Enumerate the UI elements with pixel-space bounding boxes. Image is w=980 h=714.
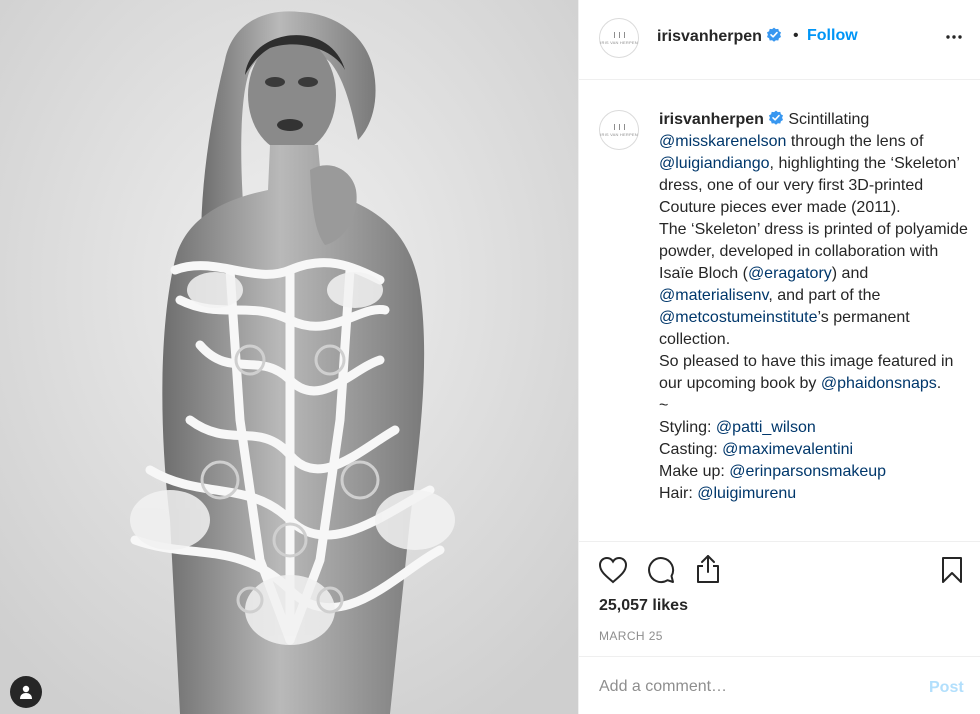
header-separator: • (793, 27, 799, 44)
user-tag-button[interactable] (10, 676, 42, 708)
caption-text-segment: , and part of the (768, 287, 885, 304)
follow-button[interactable]: Follow (807, 27, 858, 45)
caption-avatar[interactable]: IRIS VAN HERPEN (599, 110, 639, 150)
caption-mention-link[interactable]: @patti_wilson (716, 419, 816, 436)
logo-bars (613, 31, 625, 38)
avatar-logo-text: IRIS VAN HERPEN (600, 131, 638, 137)
heart-icon[interactable] (598, 556, 628, 584)
more-options-icon[interactable] (945, 28, 963, 46)
caption-text-segment: through the lens of (786, 133, 928, 150)
post-comment-button[interactable]: Post (929, 679, 964, 697)
caption-mention-link[interactable]: @materialisenv (659, 287, 768, 304)
caption-username[interactable]: irisvanherpen (659, 111, 764, 128)
caption-text-segment: ) and (831, 265, 873, 282)
action-bar (579, 542, 980, 602)
caption-text-segment: Casting: (659, 441, 718, 458)
header-username[interactable]: irisvanherpen (657, 27, 782, 46)
username-text[interactable]: irisvanherpen (657, 28, 762, 45)
caption-mention-link[interactable]: @erinparsonsmakeup (729, 463, 886, 480)
caption-mention-link[interactable]: @metcostumeinstitute (659, 309, 818, 326)
caption-mention-link[interactable]: @maximevalentini (722, 441, 853, 458)
logo-bars (613, 123, 625, 130)
likes-count[interactable]: 25,057 likes (599, 597, 688, 615)
caption-mention-link[interactable]: @phaidonsnaps (821, 375, 937, 392)
caption-text-segment: Scintillating (783, 111, 874, 128)
comment-input[interactable] (599, 675, 919, 699)
comment-bar: Post (579, 656, 980, 714)
caption-text-segment: , highlighting the ‘Skeleton’ dress, one… (659, 155, 968, 282)
comment-icon[interactable] (647, 556, 675, 584)
caption-mention-link[interactable]: @luigiandiango (659, 155, 770, 172)
bookmark-icon[interactable] (940, 556, 964, 584)
post-details-panel: IRIS VAN HERPEN irisvanherpen • Follow I… (578, 0, 980, 714)
post-date: MARCH 25 (599, 629, 663, 643)
caption-text: irisvanherpen Scintillating @misskarenel… (659, 109, 971, 505)
caption-mention-link[interactable]: @luigimurenu (697, 485, 796, 502)
caption-mention-link[interactable]: @misskarenelson (659, 133, 786, 150)
post-header: IRIS VAN HERPEN irisvanherpen • Follow (579, 0, 980, 80)
caption-section: IRIS VAN HERPEN irisvanherpen Scintillat… (579, 81, 980, 542)
caption-text-segment: Make up: (659, 463, 725, 480)
verified-badge-icon (768, 110, 783, 125)
caption-mention-link[interactable]: @eragatory (748, 265, 832, 282)
caption-text-segment: Hair: (659, 485, 693, 502)
post-photo[interactable] (0, 0, 578, 714)
avatar[interactable]: IRIS VAN HERPEN (599, 18, 639, 58)
avatar-logo-text: IRIS VAN HERPEN (600, 39, 638, 45)
photo-illustration (0, 0, 578, 714)
verified-badge-icon (766, 27, 781, 42)
share-icon[interactable] (695, 554, 721, 584)
user-tag-icon (20, 685, 32, 699)
